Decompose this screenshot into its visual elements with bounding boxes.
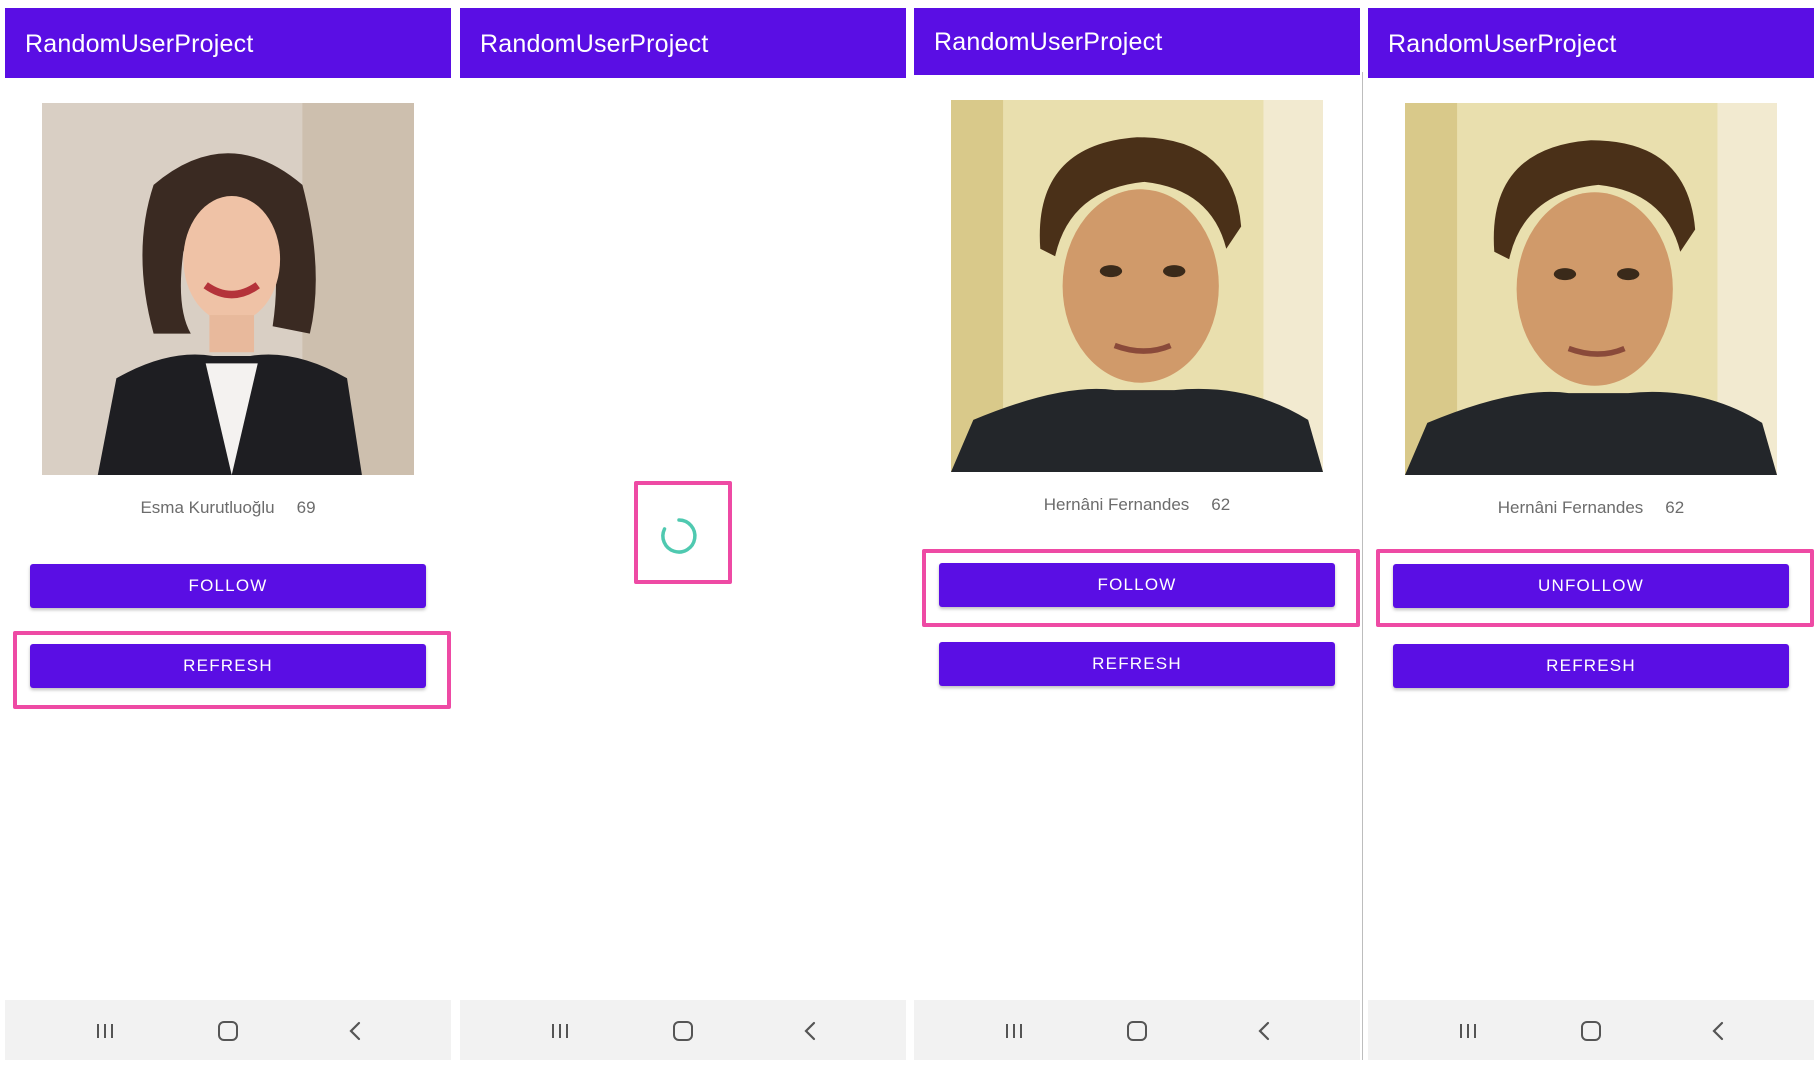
user-info: Hernâni Fernandes 62 xyxy=(914,495,1360,515)
app-bar: RandomUserProject xyxy=(914,8,1360,75)
home-icon[interactable] xyxy=(1121,1015,1153,1047)
screen-4: RandomUserProject Hernâni Fernandes 62 UN… xyxy=(1368,8,1814,1060)
user-age: 62 xyxy=(1211,495,1231,514)
follow-button[interactable]: FOLLOW xyxy=(30,564,426,608)
recents-icon[interactable] xyxy=(1452,1015,1484,1047)
user-info: Esma Kurutluoğlu 69 xyxy=(5,498,451,518)
system-nav-bar xyxy=(5,1000,451,1060)
follow-button[interactable]: FOLLOW xyxy=(939,563,1335,607)
user-age: 62 xyxy=(1665,498,1685,517)
user-name: Hernâni Fernandes xyxy=(1043,495,1190,514)
user-name: Hernâni Fernandes xyxy=(1497,498,1644,517)
back-icon[interactable] xyxy=(339,1015,371,1047)
app-bar: RandomUserProject xyxy=(460,8,906,78)
recents-icon[interactable] xyxy=(544,1015,576,1047)
system-nav-bar xyxy=(460,1000,906,1060)
user-name: Esma Kurutluoğlu xyxy=(140,498,275,517)
system-nav-bar xyxy=(914,1000,1360,1060)
app-title: RandomUserProject xyxy=(1388,30,1617,58)
user-photo xyxy=(1405,103,1777,475)
loading-spinner-icon xyxy=(658,515,700,557)
app-title: RandomUserProject xyxy=(480,30,709,58)
back-icon[interactable] xyxy=(1248,1015,1280,1047)
home-icon[interactable] xyxy=(1575,1015,1607,1047)
screen-2: RandomUserProject xyxy=(460,8,906,1060)
app-title: RandomUserProject xyxy=(934,28,1163,56)
app-title: RandomUserProject xyxy=(25,30,254,58)
screen-1: RandomUserProject Esma Kurutluoğlu 69 FOL… xyxy=(5,8,451,1060)
refresh-button[interactable]: REFRESH xyxy=(30,644,426,688)
recents-icon[interactable] xyxy=(89,1015,121,1047)
refresh-button[interactable]: REFRESH xyxy=(939,642,1335,686)
refresh-button[interactable]: REFRESH xyxy=(1393,644,1789,688)
app-bar: RandomUserProject xyxy=(1368,8,1814,78)
user-photo xyxy=(951,100,1323,472)
home-icon[interactable] xyxy=(212,1015,244,1047)
back-icon[interactable] xyxy=(1702,1015,1734,1047)
app-bar: RandomUserProject xyxy=(5,8,451,78)
user-photo xyxy=(42,103,414,475)
user-info: Hernâni Fernandes 62 xyxy=(1368,498,1814,518)
screen-3: RandomUserProject Hernâni Fernandes 62 FO… xyxy=(914,8,1360,1060)
system-nav-bar xyxy=(1368,1000,1814,1060)
back-icon[interactable] xyxy=(794,1015,826,1047)
user-age: 69 xyxy=(296,498,316,517)
unfollow-button[interactable]: UNFOLLOW xyxy=(1393,564,1789,608)
recents-icon[interactable] xyxy=(998,1015,1030,1047)
panel-divider xyxy=(1362,72,1363,1060)
home-icon[interactable] xyxy=(667,1015,699,1047)
